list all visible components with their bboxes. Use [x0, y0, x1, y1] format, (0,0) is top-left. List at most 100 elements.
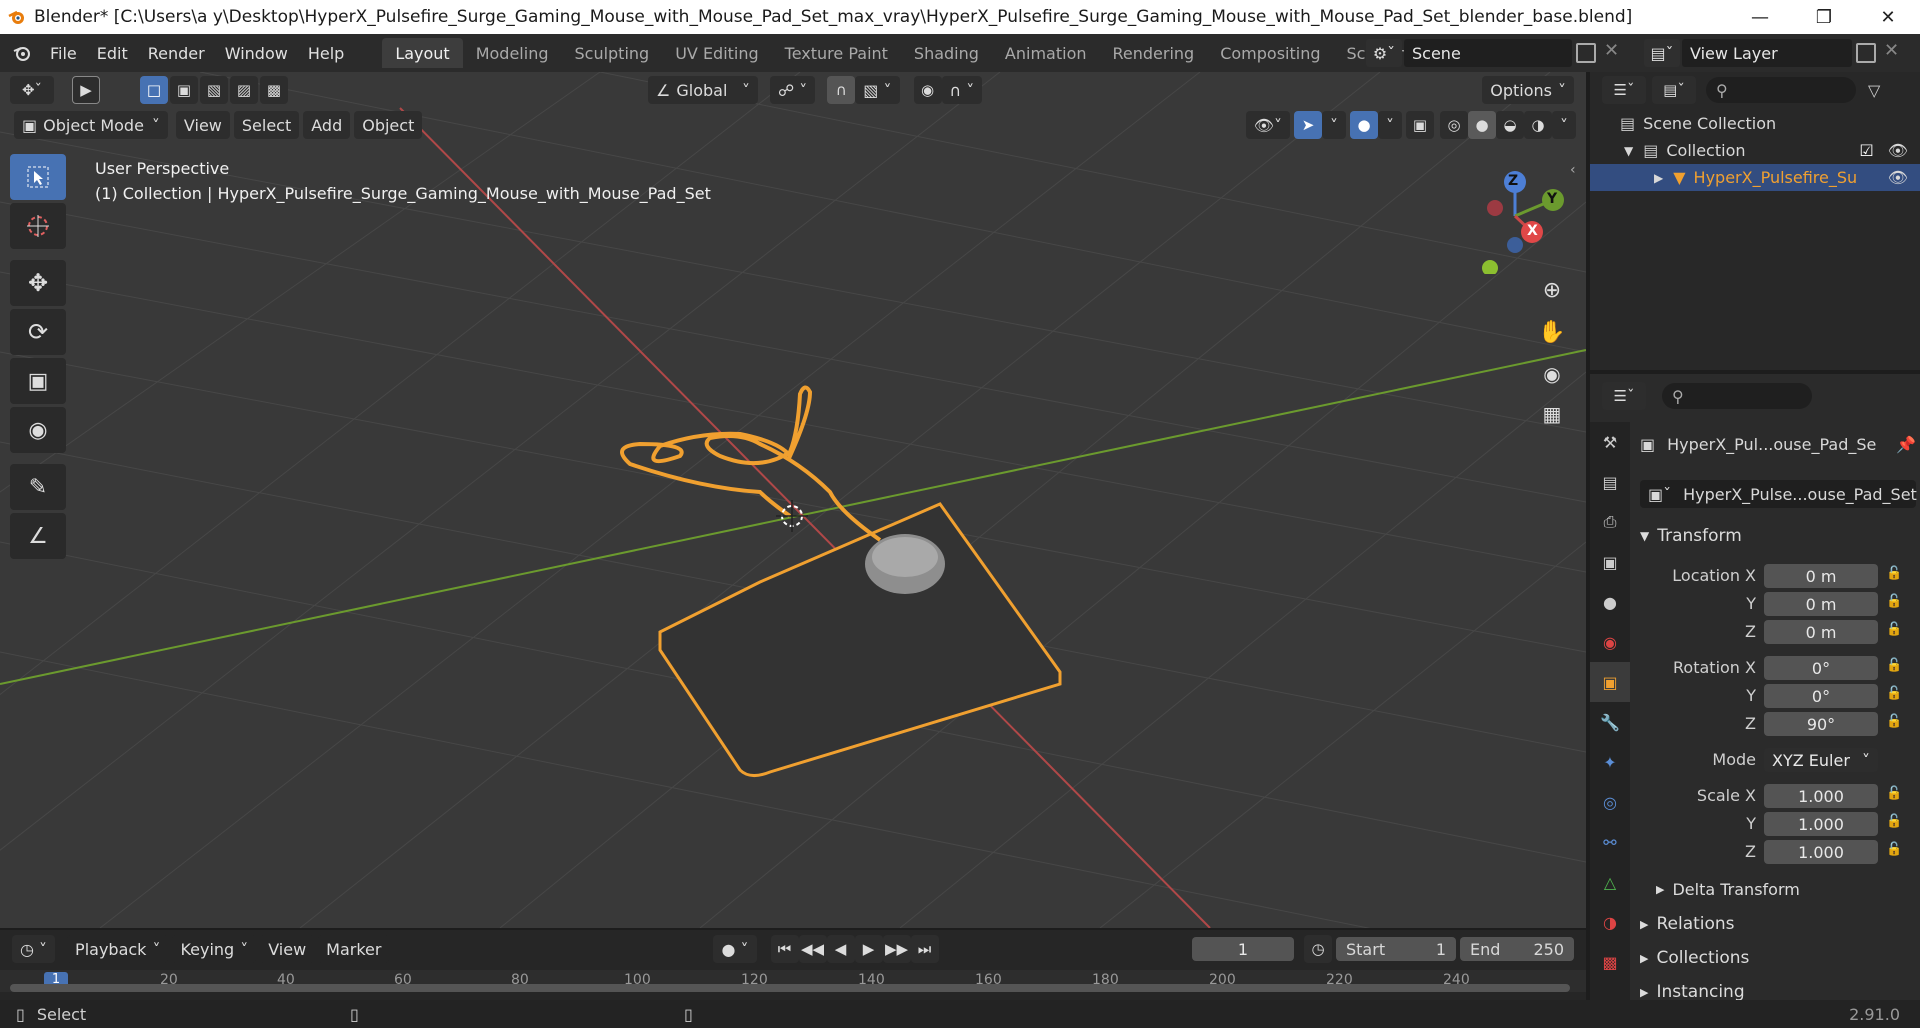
- location-y-field[interactable]: 0 m: [1764, 592, 1878, 616]
- mode-intersect-icon[interactable]: ▩: [260, 76, 288, 104]
- mode-extend-icon[interactable]: ▣: [170, 76, 198, 104]
- timeline-editor-type-icon[interactable]: ◷ ˅: [12, 935, 56, 963]
- copy-scene-icon[interactable]: [1576, 43, 1596, 63]
- sidebar-toggle-icon[interactable]: ‹: [1570, 162, 1576, 178]
- scene-selector-icon[interactable]: ⚙ˇ: [1366, 39, 1402, 67]
- gizmo-toggle-icon[interactable]: ➤: [1294, 111, 1322, 139]
- minimize-button[interactable]: —: [1728, 0, 1792, 34]
- end-frame-field[interactable]: End 250: [1460, 937, 1574, 961]
- prev-keyframe-icon[interactable]: ◀◀: [798, 935, 827, 963]
- lock-icon[interactable]: 🔓: [1886, 686, 1902, 701]
- tab-texture-paint[interactable]: Texture Paint: [772, 38, 901, 68]
- data-tab-icon[interactable]: △: [1590, 862, 1630, 902]
- blender-menu-icon[interactable]: [0, 34, 40, 72]
- xray-toggle-icon[interactable]: ▣: [1406, 111, 1434, 139]
- checkbox-icon[interactable]: ☑: [1859, 141, 1873, 160]
- timeline-scrollbar[interactable]: [10, 984, 1570, 992]
- eye-icon[interactable]: 👁: [1888, 168, 1908, 187]
- properties-editor-type-icon[interactable]: ☰ˇ: [1602, 382, 1646, 410]
- view-layer-tab-icon[interactable]: ▣: [1590, 542, 1630, 582]
- view-layer-field[interactable]: View Layer: [1682, 39, 1852, 67]
- options-dropdown[interactable]: Options ˅: [1482, 76, 1574, 104]
- camera-view-icon[interactable]: ◉: [1534, 356, 1570, 392]
- texture-tab-icon[interactable]: ▩: [1590, 942, 1630, 982]
- lock-icon[interactable]: 🔓: [1886, 622, 1902, 637]
- start-frame-field[interactable]: Start 1: [1336, 937, 1456, 961]
- rotate-tool-icon[interactable]: ⟳: [10, 309, 66, 355]
- move-tool-icon[interactable]: ✥: [10, 260, 66, 306]
- jump-end-icon[interactable]: ⏭: [910, 935, 939, 963]
- next-keyframe-icon[interactable]: ▶▶: [882, 935, 911, 963]
- tab-shading[interactable]: Shading: [901, 38, 992, 68]
- menu-select[interactable]: Select: [233, 111, 300, 139]
- lock-icon[interactable]: 🔓: [1886, 594, 1902, 609]
- transform-tool-icon[interactable]: ◉: [10, 407, 66, 453]
- delete-view-layer-icon[interactable]: ✕: [1884, 40, 1899, 61]
- scene-name-field[interactable]: Scene: [1404, 39, 1572, 67]
- material-tab-icon[interactable]: ◑: [1590, 902, 1630, 942]
- mode-invert-icon[interactable]: ▨: [230, 76, 258, 104]
- snap-target-dropdown[interactable]: ▧ ˅: [855, 76, 900, 104]
- menu-object[interactable]: Object: [354, 111, 423, 139]
- physics-tab-icon[interactable]: ◎: [1590, 782, 1630, 822]
- menu-render[interactable]: Render: [138, 34, 215, 72]
- display-mode-icon[interactable]: ▤ˇ: [1652, 76, 1696, 104]
- scale-y-field[interactable]: 1.000: [1764, 812, 1878, 836]
- tab-rendering[interactable]: Rendering: [1100, 38, 1208, 68]
- lock-icon[interactable]: 🔓: [1886, 566, 1902, 581]
- current-frame-field[interactable]: 1: [1192, 937, 1294, 961]
- 3d-viewport[interactable]: ✥ˇ ▶ □ ▣ ▧ ▨ ▩ ∠ Global ˅ ☍ ˅ ∩ ▧ ˅ ◉ ∩ …: [0, 72, 1586, 928]
- solid-shading-icon[interactable]: ●: [1468, 111, 1496, 139]
- keying-menu[interactable]: Keying ˅: [172, 935, 257, 963]
- lock-icon[interactable]: 🔓: [1886, 786, 1902, 801]
- location-z-field[interactable]: 0 m: [1764, 620, 1878, 644]
- modifier-tab-icon[interactable]: 🔧: [1590, 702, 1630, 742]
- collections-header[interactable]: ▶ Collections: [1640, 948, 1749, 968]
- object-row[interactable]: ▶ ▼ HyperX_Pulsefire_Su 👁: [1590, 164, 1920, 191]
- object-data-field[interactable]: ▣ˇ HyperX_Pulse...ouse_Pad_Set: [1640, 480, 1917, 508]
- properties-search-input[interactable]: ⚲: [1662, 383, 1812, 409]
- auto-keying-icon[interactable]: ● ˅: [713, 935, 757, 963]
- timeline-ruler[interactable]: 1 20 40 60 80 100 120 140 160 180 200 22…: [0, 970, 1586, 992]
- wireframe-shading-icon[interactable]: ◎: [1440, 111, 1468, 139]
- menu-edit[interactable]: Edit: [87, 34, 138, 72]
- pivot-point-dropdown[interactable]: ☍ ˅: [770, 76, 816, 104]
- object-tab-icon[interactable]: ▣: [1590, 662, 1630, 702]
- tab-compositing[interactable]: Compositing: [1207, 38, 1333, 68]
- constraints-tab-icon[interactable]: ⚯: [1590, 822, 1630, 862]
- measure-tool-icon[interactable]: ∠: [10, 513, 66, 559]
- gizmo-dropdown[interactable]: ˅: [1322, 111, 1346, 139]
- shading-dropdown[interactable]: ˅: [1552, 111, 1576, 139]
- tab-uv-editing[interactable]: UV Editing: [662, 38, 771, 68]
- rendered-shading-icon[interactable]: ◑: [1524, 111, 1552, 139]
- delta-transform-header[interactable]: ▶ Delta Transform: [1656, 880, 1800, 899]
- proportional-edit-icon[interactable]: ◉: [913, 76, 942, 104]
- menu-add[interactable]: Add: [303, 111, 351, 139]
- expand-icon[interactable]: ▶: [1654, 171, 1663, 185]
- menu-window[interactable]: Window: [215, 34, 298, 72]
- snap-icon[interactable]: ∩: [827, 76, 856, 104]
- visibility-dropdown[interactable]: 👁˅: [1245, 111, 1290, 139]
- render-tab-icon[interactable]: ▤: [1590, 462, 1630, 502]
- collection-row[interactable]: ▼ ▤ Collection ☑ 👁: [1590, 137, 1920, 164]
- play-reverse-icon[interactable]: ◀: [826, 935, 855, 963]
- copy-view-layer-icon[interactable]: [1856, 43, 1876, 63]
- output-tab-icon[interactable]: ⎙: [1590, 502, 1630, 542]
- perspective-toggle-icon[interactable]: ▦: [1534, 396, 1570, 432]
- transform-section-header[interactable]: ▼ Transform: [1640, 526, 1742, 546]
- scale-tool-icon[interactable]: ▣: [10, 358, 66, 404]
- select-tool-icon[interactable]: [10, 154, 66, 200]
- lock-icon[interactable]: 🔓: [1886, 714, 1902, 729]
- restore-button[interactable]: ❐: [1792, 0, 1856, 34]
- scale-x-field[interactable]: 1.000: [1764, 784, 1878, 808]
- annotate-tool-icon[interactable]: ✎: [10, 464, 66, 510]
- eye-icon[interactable]: 👁: [1888, 141, 1908, 160]
- filter-icon[interactable]: ▽: [1868, 81, 1880, 100]
- play-icon[interactable]: ▶: [854, 935, 883, 963]
- scale-z-field[interactable]: 1.000: [1764, 840, 1878, 864]
- jump-start-icon[interactable]: ⏮: [770, 935, 799, 963]
- tab-sculpting[interactable]: Sculpting: [561, 38, 662, 68]
- location-x-field[interactable]: 0 m: [1764, 564, 1878, 588]
- tab-modeling[interactable]: Modeling: [463, 38, 562, 68]
- particles-tab-icon[interactable]: ✦: [1590, 742, 1630, 782]
